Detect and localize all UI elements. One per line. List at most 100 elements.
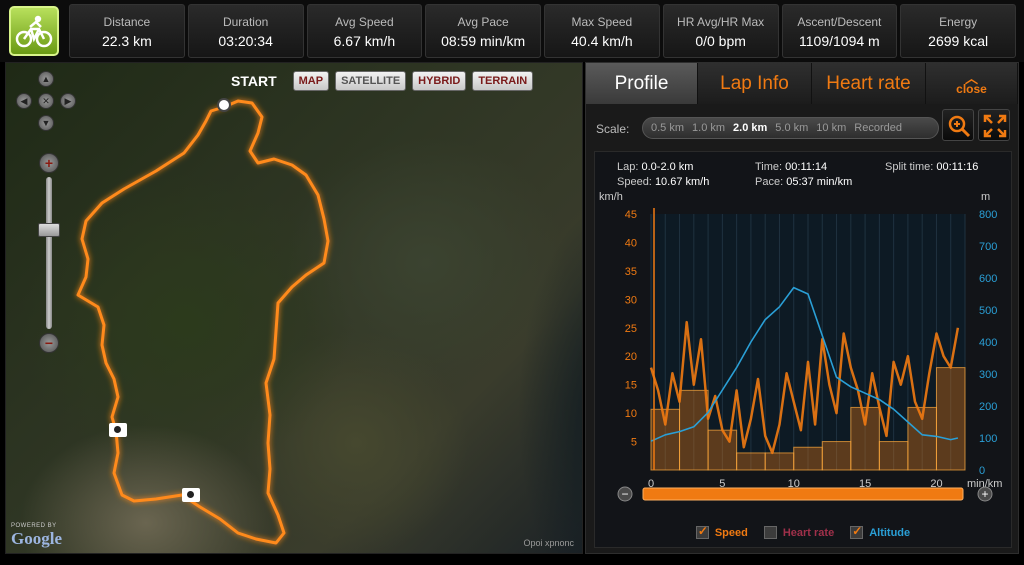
stat-value: 2699 kcal (928, 33, 989, 49)
chart-canvas: 5 10 15 20 25 30 35 40 45 0 100 200 300 400 500 600 700 8… (599, 191, 1002, 502)
tab-lap-info[interactable]: Lap Info (698, 63, 812, 104)
y-axis-label-left: km/h (599, 191, 623, 203)
chart-legend: Speed Heart rate Altitude (595, 524, 1011, 539)
zoom-slider-handle[interactable] (38, 223, 60, 237)
cyclist-icon[interactable] (9, 6, 59, 56)
scale-selector: 0.5 km 1.0 km 2.0 km 5.0 km 10 km Record… (642, 117, 939, 139)
camera-icon[interactable] (182, 488, 200, 502)
y-tick-right: 700 (979, 241, 997, 253)
zoom-out-icon[interactable]: − (39, 333, 59, 353)
profile-panel: Profile Lap Info Heart rate ︿ close Scal… (585, 62, 1019, 554)
stat-label: HR Avg/HR Max (677, 15, 765, 29)
stat-value: 40.4 km/h (571, 33, 633, 49)
zoom-magnifier-icon[interactable] (942, 109, 974, 141)
close-button[interactable]: ︿ close (926, 63, 1018, 104)
map-type-map-button[interactable]: MAP (292, 71, 330, 91)
stat-label: Max Speed (571, 15, 633, 29)
scale-option-1km[interactable]: 1.0 km (692, 122, 725, 134)
stat-ascent-descent: Ascent/Descent 1109/1094 m (781, 4, 898, 58)
profile-chart[interactable]: Lap: 0.0-2.0 km Speed: 10.67 km/h Time: … (594, 151, 1012, 548)
y-tick-left: 20 (625, 351, 637, 363)
lap-bar (793, 446, 823, 471)
y-tick-left: 35 (625, 266, 637, 278)
map-type-bar: START MAP SATELLITE HYBRID TERRAIN (221, 71, 534, 91)
stats-bar: Distance 22.3 km Duration 03:20:34 Avg Spe… (0, 0, 1024, 62)
pan-up-icon[interactable]: ▲ (38, 71, 54, 87)
heart-rate-checkbox[interactable] (763, 526, 777, 539)
y-tick-right: 100 (979, 433, 997, 445)
stat-avg-speed: Avg Speed 6.67 km/h (306, 4, 423, 58)
y-axis-label-right: m (981, 191, 990, 203)
pan-down-icon[interactable]: ▼ (38, 115, 54, 131)
scale-option-0-5km[interactable]: 0.5 km (651, 122, 684, 134)
pan-center-icon[interactable]: ✕ (38, 93, 54, 109)
y-tick-left: 30 (625, 294, 637, 306)
lap-bar (764, 452, 795, 471)
zoom-in-icon[interactable]: + (39, 153, 59, 173)
stat-heart-rate: HR Avg/HR Max 0/0 bpm (662, 4, 779, 58)
y-tick-right: 600 (979, 273, 997, 285)
altitude-checkbox[interactable] (850, 524, 864, 539)
tab-profile[interactable]: Profile (586, 63, 698, 104)
legend-label: Heart rate (782, 526, 835, 539)
pan-control: ▲ ◀ ✕ ▶ ▼ (16, 71, 76, 131)
legend-heart-rate[interactable]: Heart rate (763, 526, 835, 539)
tab-heart-rate[interactable]: Heart rate (812, 63, 926, 104)
pan-left-icon[interactable]: ◀ (16, 93, 32, 109)
stat-value: 03:20:34 (218, 33, 273, 49)
fullscreen-icon[interactable] (978, 109, 1010, 141)
stat-max-speed: Max Speed 40.4 km/h (544, 4, 660, 58)
map-type-terrain-button[interactable]: TERRAIN (472, 71, 534, 91)
y-tick-left: 25 (625, 323, 637, 335)
scale-option-recorded[interactable]: Recorded (854, 122, 902, 134)
scale-option-5km[interactable]: 5.0 km (775, 122, 808, 134)
legend-altitude[interactable]: Altitude (850, 524, 911, 539)
speed-checkbox[interactable] (695, 524, 709, 539)
lap-bar (935, 367, 966, 471)
stat-value: 0/0 bpm (695, 33, 746, 49)
y-tick-left: 10 (625, 408, 637, 420)
route-path (76, 99, 330, 545)
pan-right-icon[interactable]: ▶ (60, 93, 76, 109)
map-type-satellite-button[interactable]: SATELLITE (335, 71, 407, 91)
map-type-hybrid-button[interactable]: HYBRID (412, 71, 467, 91)
panel-tabs: Profile Lap Info Heart rate ︿ close (586, 63, 1018, 104)
camera-icon[interactable] (109, 423, 127, 437)
stat-label: Avg Pace (457, 15, 509, 29)
stat-label: Ascent/Descent (797, 15, 882, 29)
y-tick-right: 400 (979, 337, 997, 349)
scale-option-10km[interactable]: 10 km (816, 122, 846, 134)
google-wordmark: Google (11, 529, 62, 548)
stat-value: 1109/1094 m (799, 33, 880, 49)
stat-label: Avg Speed (335, 15, 394, 29)
start-label: START (231, 73, 277, 89)
legend-label: Altitude (869, 526, 911, 539)
scrubber-minus-glyph: − (621, 487, 628, 501)
scale-option-2km[interactable]: 2.0 km (733, 122, 767, 134)
stat-value: 08:59 min/km (441, 33, 526, 49)
close-label: close (956, 81, 987, 96)
stat-avg-pace: Avg Pace 08:59 min/km (425, 4, 541, 58)
lap-bar (878, 441, 909, 471)
y-tick-left: 15 (625, 380, 637, 392)
start-marker (217, 98, 231, 112)
legend-speed[interactable]: Speed (695, 524, 748, 539)
timeline-scrubber (642, 487, 964, 501)
stat-value: 6.67 km/h (333, 33, 396, 49)
y-tick-right: 800 (979, 209, 997, 221)
map-view[interactable]: START MAP SATELLITE HYBRID TERRAIN ▲ ◀ ✕… (5, 62, 583, 554)
google-logo[interactable]: POWERED BY Google (11, 523, 62, 549)
scrubber-plus-glyph: + (981, 487, 988, 501)
stat-label: Energy (939, 15, 978, 29)
scale-label: Scale: (596, 122, 630, 136)
stat-label: Distance (103, 15, 151, 29)
y-tick-left: 45 (625, 209, 637, 221)
map-copyright: Opoi xpnonc (523, 538, 574, 548)
lap-bar (736, 452, 766, 471)
y-tick-left: 5 (631, 437, 637, 449)
route-overlay (76, 98, 330, 545)
lap-bar (821, 441, 852, 471)
zoom-track[interactable] (46, 177, 52, 329)
y-tick-right: 500 (979, 305, 997, 317)
stat-value: 22.3 km (101, 33, 152, 49)
